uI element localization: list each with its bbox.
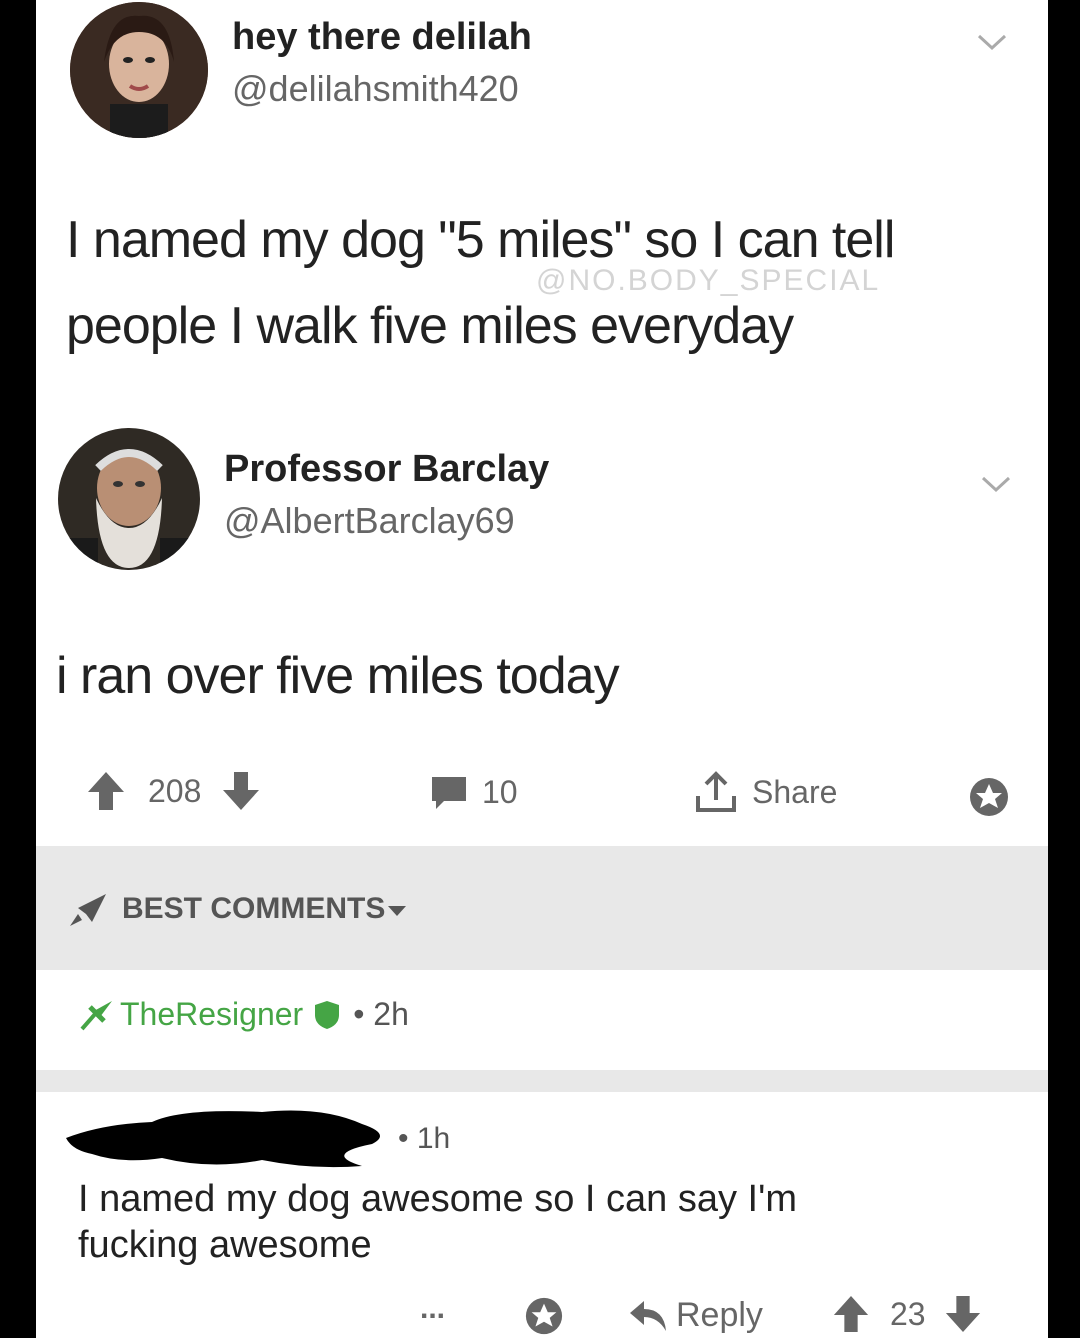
favorite-star-icon[interactable] — [968, 776, 1010, 823]
reply-label: Reply — [676, 1296, 763, 1334]
watermark: @NO.BODY_SPECIAL — [536, 264, 881, 297]
upvote-arrow-icon[interactable] — [86, 770, 126, 812]
comment-count: 10 — [482, 774, 518, 810]
chevron-down-icon[interactable] — [980, 468, 1012, 502]
chevron-down-icon[interactable] — [976, 26, 1008, 60]
comments-button[interactable]: 10 — [430, 774, 518, 811]
upvote-count: 208 — [148, 772, 202, 809]
op-comment-header: TheResigner • 2h — [80, 996, 409, 1033]
share-icon — [696, 771, 736, 812]
comment-time: • 1h — [398, 1122, 451, 1155]
downvote-arrow-icon[interactable] — [944, 1294, 982, 1334]
tweet-text-line: I named my dog "5 miles" so I can tell — [66, 211, 895, 269]
caret-down-icon — [388, 906, 406, 916]
pin-icon — [80, 1000, 112, 1030]
share-button[interactable]: Share — [694, 770, 837, 814]
sort-label: BEST COMMENTS — [122, 892, 386, 925]
more-options-button[interactable]: ... — [420, 1292, 445, 1326]
redacted-username — [62, 1104, 402, 1179]
op-username[interactable]: TheResigner — [120, 996, 303, 1033]
reply-text-line: fucking awesome — [78, 1224, 372, 1266]
reply-button[interactable]: Reply — [628, 1296, 763, 1335]
comment-bubble-icon — [432, 776, 466, 809]
reply-vote-group: 23 — [832, 1294, 982, 1334]
reply-arrow-icon — [630, 1300, 666, 1331]
tweet-text-line: people I walk five miles everyday — [66, 297, 794, 355]
reply-text: I named my dog awesome so I can say I'm … — [78, 1176, 797, 1268]
reply-text-line: I named my dog awesome so I can say I'm — [78, 1178, 798, 1220]
downvote-arrow-icon[interactable] — [221, 770, 261, 812]
divider — [36, 1070, 1048, 1092]
display-name[interactable]: Professor Barclay — [224, 448, 549, 491]
display-name[interactable]: hey there delilah — [232, 16, 532, 59]
favorite-star-icon[interactable] — [524, 1296, 564, 1338]
comment-time: • 2h — [353, 996, 409, 1032]
avatar[interactable] — [58, 428, 200, 570]
share-label: Share — [752, 773, 838, 810]
user-handle[interactable]: @AlbertBarclay69 — [224, 500, 515, 542]
upvote-arrow-icon[interactable] — [832, 1294, 870, 1334]
upvote-group: 208 — [86, 770, 261, 812]
tweet-text: i ran over five miles today — [56, 647, 620, 705]
post-card: hey there delilah @delilahsmith420 I nam… — [36, 0, 1048, 1338]
shield-icon — [315, 1000, 340, 1029]
comments-sort-bar[interactable]: BEST COMMENTS — [36, 846, 1048, 970]
avatar[interactable] — [70, 2, 208, 138]
reply-upvote-count: 23 — [890, 1295, 926, 1332]
rocket-icon — [70, 894, 106, 926]
user-handle[interactable]: @delilahsmith420 — [232, 68, 519, 110]
